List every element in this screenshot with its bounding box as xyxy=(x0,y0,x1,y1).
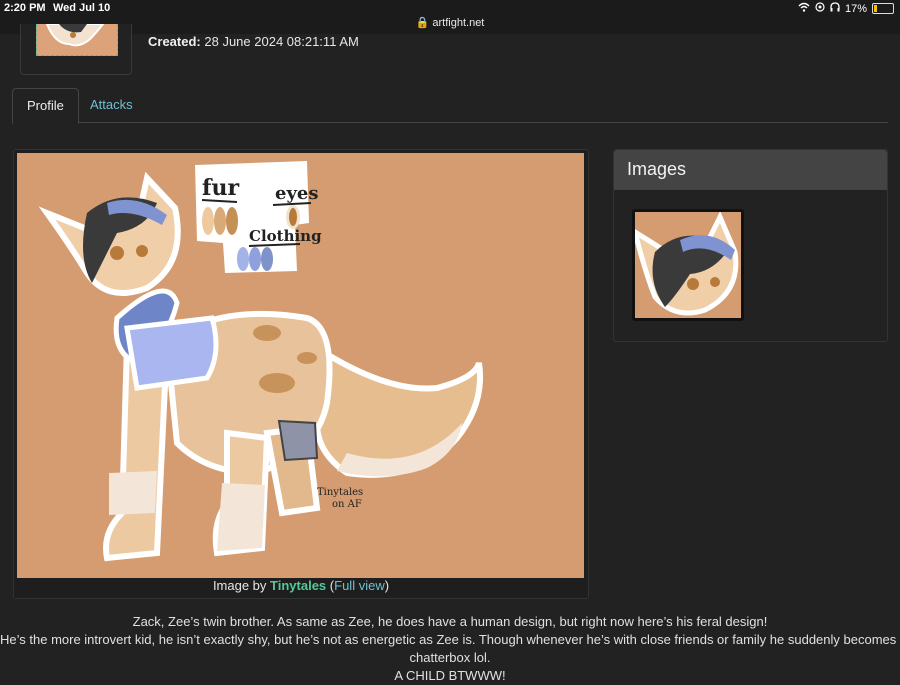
url-text: artfight.net xyxy=(432,17,485,29)
battery-icon xyxy=(872,3,894,14)
status-icons: 17% xyxy=(798,2,894,15)
character-avatar-box xyxy=(20,24,132,75)
character-avatar[interactable] xyxy=(36,24,118,56)
profile-tabs: Profile Attacks xyxy=(12,88,888,124)
location-icon xyxy=(815,2,825,15)
artist-link[interactable]: Tinytales xyxy=(270,578,326,593)
artwork-caption: Image by Tinytales (Full view) xyxy=(14,578,588,593)
character-description: Zack, Zee’s twin brother. As same as Zee… xyxy=(0,613,900,685)
status-time: 2:20 PM xyxy=(4,2,46,14)
images-panel: Images xyxy=(613,149,888,342)
images-panel-header: Images xyxy=(614,150,887,190)
caption-prefix: Image by xyxy=(212,578,267,593)
description-line: A CHILD BTWWW! xyxy=(394,668,506,683)
description-line: He’s the more introvert kid, he isn’t ex… xyxy=(0,632,900,647)
created-date: 28 June 2024 08:21:11 AM xyxy=(204,34,359,49)
full-view-link[interactable]: Full view xyxy=(334,578,385,593)
tab-attacks[interactable]: Attacks xyxy=(76,88,147,122)
description-line: chatterbox lol. xyxy=(409,650,491,665)
battery-percent: 17% xyxy=(844,2,867,15)
images-panel-title: Images xyxy=(627,159,687,179)
address-bar[interactable]: 🔒 artfight.net xyxy=(0,16,900,29)
status-bar: 2:20 PM Wed Jul 10 🔒 artfight.net 17% xyxy=(0,0,900,34)
character-illustration: fur eyes Clothing Tinytales on AF xyxy=(38,161,484,562)
palette-label-eyes: eyes xyxy=(275,183,319,204)
gallery-thumbnail[interactable] xyxy=(632,209,744,321)
lock-icon: 🔒 xyxy=(415,17,430,29)
artwork-signature-line2: on AF xyxy=(332,499,362,510)
wifi-icon xyxy=(798,2,810,15)
headphones-icon xyxy=(830,2,840,15)
gallery-thumbnail-image xyxy=(635,212,741,318)
palette-label-fur: fur xyxy=(202,175,239,201)
artwork-signature-line1: Tinytales xyxy=(317,487,363,498)
palette-label-clothing: Clothing xyxy=(249,227,322,245)
description-line: Zack, Zee’s twin brother. As same as Zee… xyxy=(132,614,768,629)
created-label: Created: xyxy=(148,34,201,49)
status-date: Wed Jul 10 xyxy=(53,2,111,14)
close-paren: ) xyxy=(384,578,390,593)
created-info: Created: 28 June 2024 08:21:11 AM xyxy=(148,34,359,49)
tab-profile[interactable]: Profile xyxy=(12,88,79,124)
character-artwork[interactable]: fur eyes Clothing Tinytales on AF xyxy=(17,153,584,578)
main-artwork-frame: fur eyes Clothing Tinytales on AF Image … xyxy=(13,149,589,599)
